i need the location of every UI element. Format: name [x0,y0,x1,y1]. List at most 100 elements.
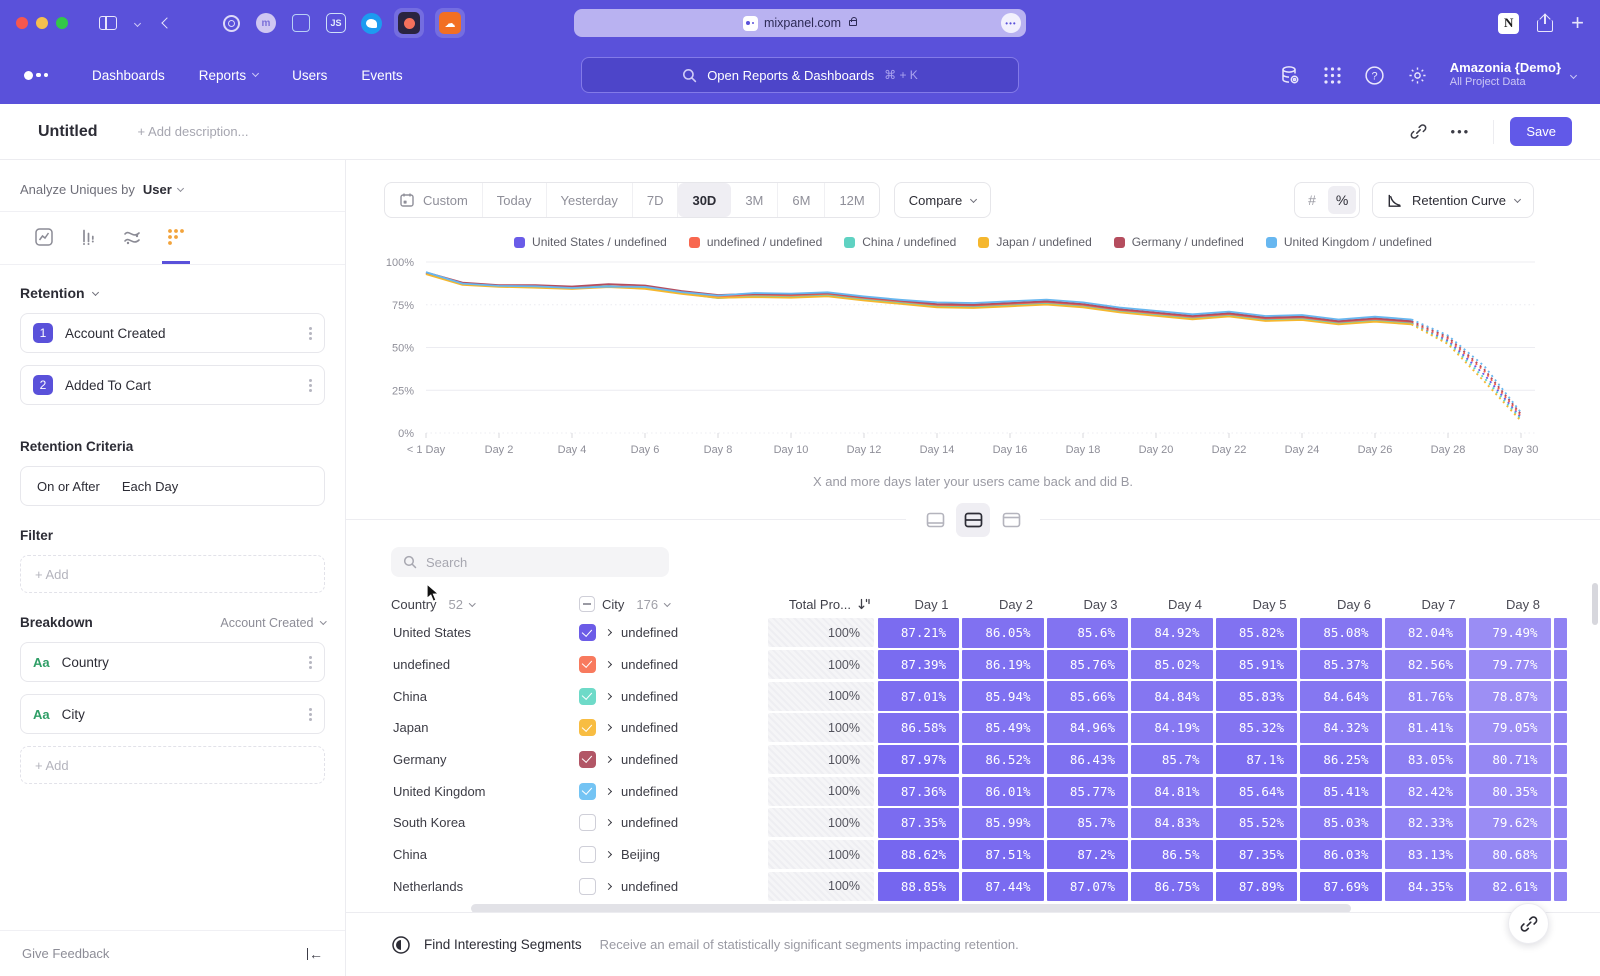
date-range-6m[interactable]: 6M [778,183,825,217]
address-bar[interactable]: mixpanel.com ••• [574,9,1026,37]
retention-value-cell[interactable]: 84.32% [1300,713,1382,743]
retention-value-cell[interactable]: 86.52% [962,745,1044,775]
retention-value-cell[interactable]: 82.04% [1385,618,1467,648]
total-column-header[interactable]: Total Pro... [766,597,876,612]
settings-gear-icon[interactable] [1407,65,1428,86]
retention-value-cell[interactable]: 85.99% [962,808,1044,838]
date-range-30d[interactable]: 30D [678,183,731,217]
chevron-right-icon[interactable] [605,788,612,795]
kebab-menu-icon[interactable] [309,661,312,664]
day-column-header[interactable]: Day 1 [876,597,961,612]
tab-flows[interactable] [118,222,146,264]
chevron-right-icon[interactable] [605,851,612,858]
chart-type-dropdown[interactable]: Retention Curve [1372,182,1534,218]
series-line[interactable] [426,272,1412,321]
day-column-header[interactable]: Day 6 [1299,597,1384,612]
country-column-header[interactable]: Country52 [391,597,579,612]
report-title[interactable]: Untitled [38,123,98,141]
retention-value-cell[interactable]: 85.76% [1047,650,1129,680]
retention-value-cell[interactable]: 85.6% [1047,618,1129,648]
nav-link-dashboards[interactable]: Dashboards [92,68,165,83]
give-feedback-link[interactable]: Give Feedback [22,946,109,961]
retention-value-cell[interactable]: 79.05% [1469,713,1551,743]
minimize-window-button[interactable] [36,17,48,29]
retention-value-cell[interactable]: 82.61% [1469,872,1551,902]
legend-item[interactable]: undefined / undefined [689,235,822,249]
retention-value-cell[interactable]: 85.02% [1131,650,1213,680]
row-checkbox[interactable] [579,656,596,673]
data-management-icon[interactable] [1279,64,1301,86]
retention-section-title[interactable]: Retention [20,285,85,301]
day-column-header[interactable]: Day 5 [1214,597,1299,612]
retention-value-cell[interactable]: 85.64% [1216,777,1298,807]
view-split-button[interactable] [956,503,990,537]
extension-js-icon[interactable]: JS [324,11,348,35]
retention-value-cell[interactable]: 84.81% [1131,777,1213,807]
row-checkbox[interactable] [579,783,596,800]
share-link-fab[interactable] [1508,903,1549,944]
collapse-sidebar-icon[interactable]: ← [307,946,324,962]
retention-value-cell[interactable]: 79.62% [1469,808,1551,838]
retention-value-cell[interactable]: 84.83% [1131,808,1213,838]
retention-value-cell[interactable]: 86.01% [962,777,1044,807]
retention-value-cell[interactable]: 79.49% [1469,618,1551,648]
criteria-on-or-after[interactable]: On or After [37,479,100,494]
retention-value-cell[interactable]: 87.39% [878,650,960,680]
view-table-only-button[interactable] [994,503,1028,537]
extension-target-icon[interactable] [219,11,243,35]
url-more-icon[interactable]: ••• [1001,13,1021,33]
retention-value-cell[interactable]: 87.89% [1216,872,1298,902]
retention-value-cell[interactable]: 85.49% [962,713,1044,743]
add-description-field[interactable]: + Add description... [138,124,249,139]
day-column-header[interactable]: Day 8 [1468,597,1553,612]
series-line-projected[interactable] [1412,324,1522,421]
extension-cube-icon[interactable] [289,11,313,35]
segments-title[interactable]: Find Interesting Segments [424,937,582,952]
table-search-input[interactable]: Search [391,547,669,577]
retention-value-cell[interactable]: 85.03% [1300,808,1382,838]
back-button[interactable] [163,19,171,27]
legend-item[interactable]: China / undefined [844,235,956,249]
retention-value-cell[interactable]: 84.84% [1131,681,1213,711]
retention-value-cell[interactable]: 86.19% [962,650,1044,680]
retention-value-cell[interactable]: 85.91% [1216,650,1298,680]
close-window-button[interactable] [16,17,28,29]
series-line[interactable] [426,272,1412,319]
retention-value-cell[interactable]: 82.42% [1385,777,1467,807]
row-checkbox[interactable] [579,688,596,705]
retention-value-cell[interactable]: 80.35% [1469,777,1551,807]
series-line-projected[interactable] [1412,324,1522,420]
retention-chart[interactable]: 100%75%50%25%0%< 1 DayDay 2Day 4Day 6Day… [346,254,1600,466]
day-column-header[interactable]: Day 7 [1383,597,1468,612]
breakdown-add-button[interactable]: + Add [20,746,325,784]
retention-value-cell[interactable]: 85.77% [1047,777,1129,807]
retention-value-cell[interactable]: 80.68% [1469,840,1551,870]
breakdown-scope-dropdown[interactable]: Account Created [220,616,325,630]
legend-item[interactable]: Japan / undefined [978,235,1091,249]
project-switcher[interactable]: Amazonia {Demo} All Project Data [1450,60,1576,90]
analyze-entity-dropdown[interactable]: User [143,182,172,197]
retention-value-cell[interactable]: 86.43% [1047,745,1129,775]
extension-avatar-icon[interactable]: m [254,11,278,35]
retention-value-cell[interactable]: 82.56% [1385,650,1467,680]
day-column-header[interactable]: Day 4 [1130,597,1215,612]
city-column-header[interactable]: City176 [579,596,766,612]
retention-value-cell[interactable]: 87.36% [878,777,960,807]
retention-value-cell[interactable]: 87.35% [878,808,960,838]
legend-item[interactable]: United Kingdom / undefined [1266,235,1432,249]
retention-value-cell[interactable]: 87.44% [962,872,1044,902]
retention-value-cell[interactable]: 84.92% [1131,618,1213,648]
tab-overview-chevron-icon[interactable] [135,21,140,26]
retention-value-cell[interactable]: 82.33% [1385,808,1467,838]
extension-mixpanel-icon[interactable] [394,8,424,38]
row-checkbox[interactable] [579,751,596,768]
retention-value-cell[interactable]: 85.94% [962,681,1044,711]
retention-value-cell[interactable]: 85.08% [1300,618,1382,648]
day-column-header[interactable]: Day 2 [961,597,1046,612]
tab-funnels[interactable] [74,222,102,264]
chevron-right-icon[interactable] [605,629,612,636]
chevron-right-icon[interactable] [605,819,612,826]
breakdown-item-country[interactable]: AaCountry [20,642,325,682]
breakdown-item-city[interactable]: AaCity [20,694,325,734]
date-range-3m[interactable]: 3M [731,183,778,217]
